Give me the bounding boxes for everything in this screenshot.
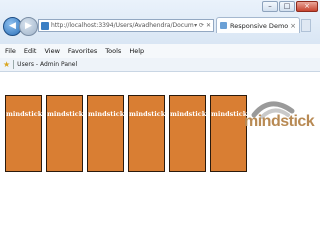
tile[interactable]: mindstick© [46,95,90,172]
browser-tab[interactable]: Responsive Demo × [216,17,300,33]
tab-favicon-icon [220,22,227,29]
browser-chrome: – □ × ◀ ▶ http://localhost:3394/Users/Av… [0,0,320,45]
menu-help[interactable]: Help [129,47,144,55]
logo-text: mindstick [244,113,315,130]
favorite-link[interactable]: Users - Admin Panel [17,61,77,68]
tile[interactable]: mindstick© [5,95,49,172]
tab-title: Responsive Demo [230,21,289,30]
window-controls: – □ × [262,1,318,12]
tile-label: mindstick© [6,110,49,118]
menu-bar: File Edit View Favorites Tools Help [0,44,320,58]
tile-label: mindstick© [129,110,172,118]
menu-edit[interactable]: Edit [24,47,37,55]
close-window-button[interactable]: × [296,1,318,12]
tile-label: mindstick© [170,110,213,118]
tab-close-icon[interactable]: × [290,22,299,30]
tile[interactable]: mindstick© [169,95,213,172]
tile-label: mindstick© [47,110,90,118]
menu-view[interactable]: View [44,47,59,55]
favorites-bar: ★ Users - Admin Panel [0,58,320,72]
minimize-button[interactable]: – [262,1,278,12]
url-text[interactable]: http://localhost:3394/Users/Avadhendra/D… [51,22,194,29]
page-icon [41,21,49,30]
address-bar[interactable]: http://localhost:3394/Users/Avadhendra/D… [38,19,214,32]
star-icon[interactable]: ★ [3,60,10,69]
address-actions[interactable]: ▾ ⟳ ✕ [194,22,213,29]
tile[interactable]: mindstick© [128,95,172,172]
new-tab-button[interactable] [301,19,311,32]
favorites-divider [13,60,15,69]
maximize-button[interactable]: □ [279,1,295,12]
menu-file[interactable]: File [5,47,16,55]
menu-favorites[interactable]: Favorites [68,47,97,55]
forward-button[interactable]: ▶ [19,17,38,36]
menu-tools[interactable]: Tools [105,47,121,55]
tile-label: mindstick© [88,110,131,118]
tile[interactable]: mindstick© [87,95,131,172]
